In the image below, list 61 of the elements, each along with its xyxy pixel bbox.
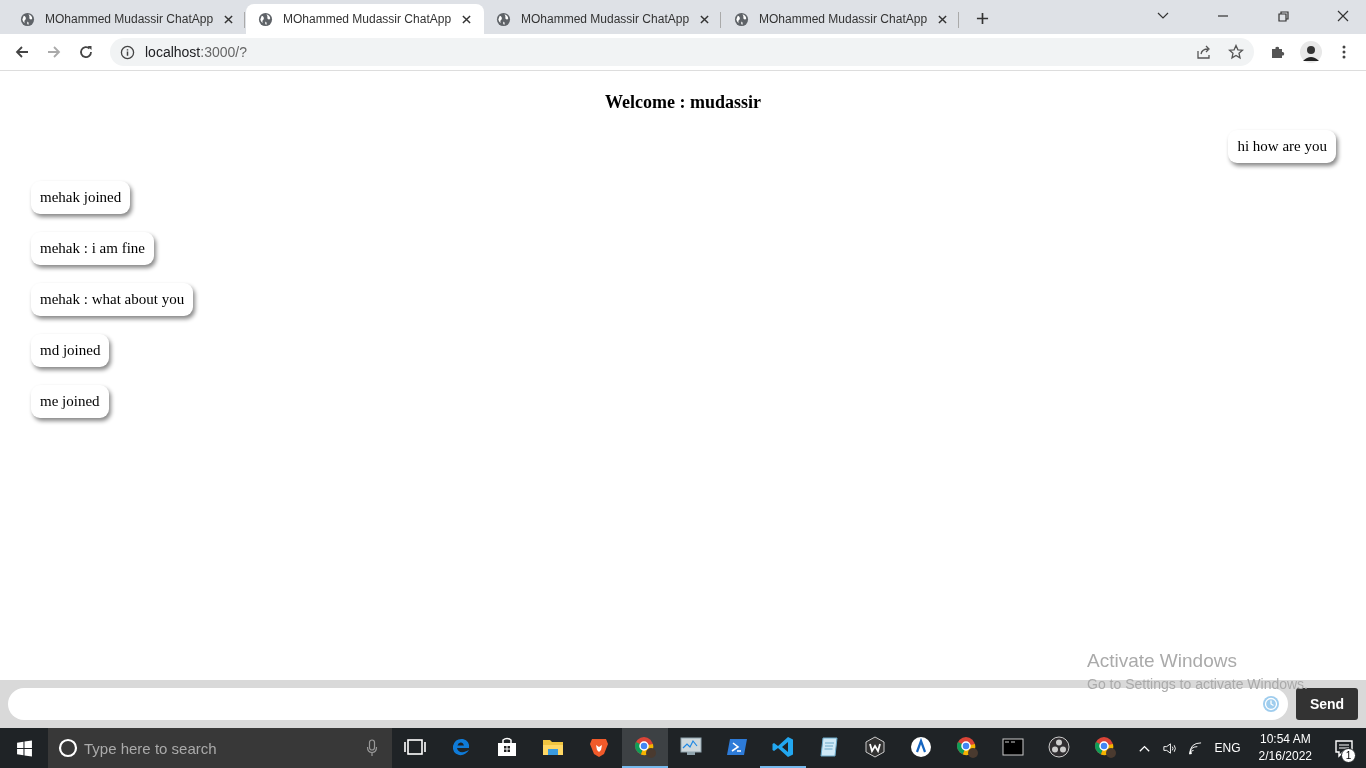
search-placeholder: Type here to search: [84, 739, 217, 757]
notification-icon[interactable]: [1334, 738, 1354, 758]
chrome-icon: [1093, 735, 1117, 759]
code-editor-icon: [771, 735, 795, 759]
speaker-icon[interactable]: [1161, 740, 1177, 756]
chat-message: mehak : what about you: [31, 283, 194, 316]
tab-title: MOhammed Mudassir ChatApp: [759, 12, 929, 26]
microphone-icon[interactable]: [366, 739, 378, 757]
chat-message: mehak : i am fine: [31, 232, 154, 265]
browser-tab[interactable]: MOhammed Mudassir ChatApp: [246, 4, 484, 34]
browser-tab[interactable]: MOhammed Mudassir ChatApp: [8, 4, 246, 34]
tab-title: MOhammed Mudassir ChatApp: [521, 12, 691, 26]
star-icon[interactable]: [1228, 44, 1244, 60]
close-icon[interactable]: [700, 14, 709, 24]
shopping-bag-icon: [495, 735, 519, 759]
close-icon[interactable]: [224, 14, 233, 24]
globe-icon: [258, 11, 273, 27]
clock-time: 10:54 AM: [1259, 731, 1311, 748]
language-indicator[interactable]: ENG: [1214, 741, 1241, 755]
address-bar[interactable]: localhost:3000/?: [110, 38, 1254, 66]
reload-icon[interactable]: [78, 44, 94, 60]
share-icon[interactable]: [1196, 44, 1212, 60]
chat-message: mehak joined: [31, 181, 131, 214]
globe-icon: [496, 11, 511, 27]
circle-app-icon: [909, 735, 933, 759]
chat-message: md joined: [31, 334, 110, 367]
globe-icon: [20, 11, 35, 27]
close-icon[interactable]: [1336, 9, 1350, 23]
url-text: localhost:3000/?: [145, 44, 247, 60]
obs-circle-icon: [1047, 735, 1071, 759]
taskbar-clock[interactable]: 10:54 AM 2/16/2022: [1258, 731, 1312, 765]
close-icon[interactable]: [462, 14, 471, 24]
wifi-icon[interactable]: [1186, 740, 1202, 756]
browser-tab[interactable]: MOhammed Mudassir ChatApp: [484, 4, 722, 34]
globe-icon: [734, 11, 749, 27]
back-icon[interactable]: [14, 44, 30, 60]
new-tab-icon[interactable]: [976, 12, 989, 25]
chat-message: me joined: [31, 385, 109, 418]
taskbar-search-field[interactable]: Type here to search: [48, 728, 392, 768]
chrome-icon: [955, 735, 979, 759]
taskbar-app[interactable]: [622, 728, 668, 768]
circle-icon: [58, 738, 78, 758]
browser-tab[interactable]: MOhammed Mudassir ChatApp: [722, 4, 960, 34]
send-button[interactable]: Send: [1296, 688, 1358, 720]
avatar-icon[interactable]: [1300, 41, 1322, 63]
terminal-icon: [1001, 735, 1025, 759]
windows-icon: [15, 739, 33, 757]
clock-date: 2/16/2022: [1258, 748, 1312, 765]
close-icon[interactable]: [938, 14, 947, 24]
notepad-icon: [817, 735, 841, 759]
activation-title: Activate Windows: [1087, 650, 1238, 672]
tab-title: MOhammed Mudassir ChatApp: [283, 12, 453, 26]
w-badge-icon: [863, 735, 887, 759]
welcome-heading: Welcome : mudassir: [604, 92, 762, 113]
restore-icon[interactable]: [1276, 9, 1290, 23]
chat-message: hi how are you: [1228, 130, 1336, 163]
info-icon: [120, 44, 135, 60]
notification-badge: 1: [1341, 748, 1356, 763]
puzzle-icon[interactable]: [1270, 44, 1286, 60]
chrome-icon: [633, 735, 657, 759]
tab-title: MOhammed Mudassir ChatApp: [45, 12, 215, 26]
